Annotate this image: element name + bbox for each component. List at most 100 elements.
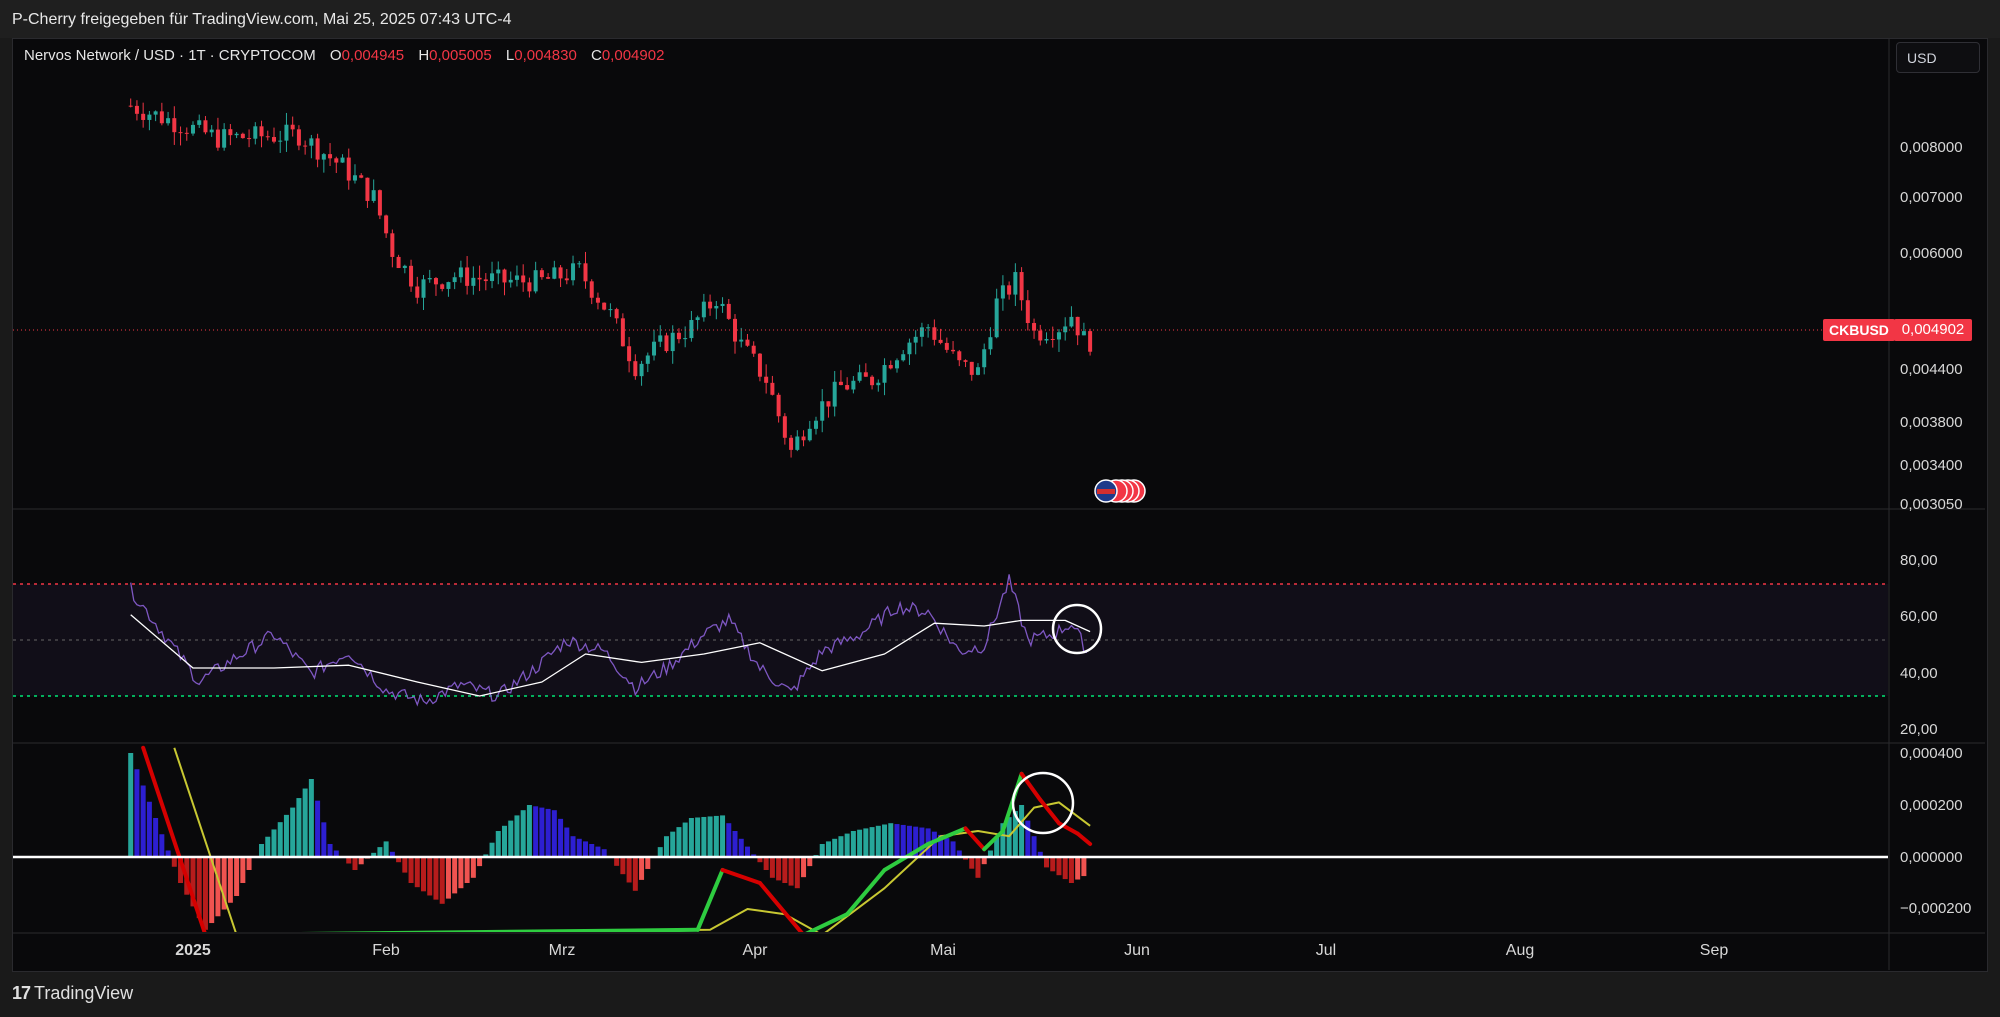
candle bbox=[259, 126, 264, 137]
macd-histogram-bar bbox=[377, 847, 383, 857]
macd-histogram-bar bbox=[950, 841, 956, 857]
macd-group bbox=[128, 745, 1093, 932]
macd-histogram-bar bbox=[526, 805, 532, 857]
macd-histogram-bar bbox=[875, 825, 881, 857]
candle bbox=[1081, 331, 1086, 336]
candle bbox=[203, 120, 208, 133]
macd-histogram-bar bbox=[327, 844, 333, 857]
candle bbox=[888, 365, 893, 369]
macd-histogram-bar bbox=[1044, 857, 1050, 868]
candle bbox=[620, 318, 625, 347]
candle bbox=[209, 129, 214, 133]
macd-histogram-bar bbox=[558, 818, 564, 857]
candle bbox=[926, 327, 931, 329]
candle bbox=[184, 132, 189, 134]
macd-histogram-bar bbox=[763, 857, 769, 870]
close-label: C bbox=[591, 47, 602, 64]
candle bbox=[695, 317, 700, 321]
macd-histogram-bar bbox=[632, 857, 638, 891]
candle bbox=[508, 279, 513, 283]
close-value: 0,004902 bbox=[601, 47, 665, 64]
macd-histogram-bar bbox=[171, 857, 177, 867]
candle bbox=[751, 345, 756, 354]
candle bbox=[153, 111, 158, 115]
candle bbox=[296, 129, 301, 146]
candle bbox=[894, 360, 899, 369]
macd-histogram-bar bbox=[844, 833, 850, 857]
candle bbox=[633, 361, 638, 377]
chart-canvas[interactable] bbox=[0, 0, 2000, 1017]
macd-line-segment bbox=[720, 868, 762, 885]
macd-histogram-bar bbox=[452, 857, 458, 894]
macd-tick: 0,000400 bbox=[1900, 745, 1963, 762]
macd-histogram-bar bbox=[614, 857, 620, 866]
macd-histogram-bar bbox=[720, 815, 726, 857]
candle bbox=[141, 113, 146, 120]
candle bbox=[315, 138, 320, 160]
macd-histogram-bar bbox=[595, 846, 601, 857]
open-label: O bbox=[329, 47, 342, 64]
macd-histogram-bar bbox=[134, 769, 140, 857]
macd-histogram-bar bbox=[888, 823, 894, 857]
candle bbox=[708, 301, 713, 309]
candle bbox=[832, 381, 837, 407]
macd-histogram-bar bbox=[969, 857, 975, 869]
macd-histogram-bar bbox=[744, 846, 750, 857]
candle bbox=[1019, 272, 1024, 301]
macd-histogram-bar bbox=[782, 857, 788, 883]
us-flag-stripe bbox=[1097, 489, 1115, 494]
macd-histogram-bar bbox=[944, 838, 950, 857]
macd-histogram-bar bbox=[464, 857, 470, 883]
candle bbox=[1063, 326, 1068, 333]
macd-histogram-bar bbox=[1081, 857, 1087, 877]
macd-histogram-bar bbox=[863, 828, 869, 857]
macd-histogram-bar bbox=[533, 806, 539, 857]
candle bbox=[1069, 316, 1074, 327]
candle bbox=[496, 269, 501, 274]
macd-histogram-bar bbox=[508, 820, 514, 857]
price-tick: 0,008000 bbox=[1900, 139, 1963, 156]
candle bbox=[1032, 323, 1037, 331]
macd-histogram-bar bbox=[801, 857, 807, 878]
candle bbox=[147, 114, 152, 120]
candle bbox=[664, 335, 669, 352]
currency-button[interactable]: USD bbox=[1896, 42, 1980, 73]
macd-histogram-bar bbox=[626, 857, 632, 883]
macd-histogram-bar bbox=[408, 857, 414, 883]
candle bbox=[1056, 332, 1061, 340]
candle bbox=[652, 341, 657, 356]
macd-histogram-bar bbox=[832, 838, 838, 857]
candle bbox=[502, 269, 507, 283]
macd-histogram-bar bbox=[807, 857, 813, 867]
candle bbox=[870, 376, 875, 386]
candle bbox=[1007, 285, 1012, 295]
candle bbox=[234, 133, 239, 136]
open-value: 0,004945 bbox=[341, 47, 405, 64]
candle bbox=[627, 346, 632, 362]
candle bbox=[465, 267, 470, 286]
macd-histogram-bar bbox=[427, 857, 433, 896]
candle bbox=[415, 286, 420, 298]
candle bbox=[764, 376, 769, 383]
macd-histogram-bar bbox=[676, 827, 682, 857]
tradingview-watermark[interactable]: 17 TradingView bbox=[12, 983, 133, 1004]
tradingview-logo-icon: 17 bbox=[12, 983, 31, 1003]
macd-histogram-bar bbox=[283, 814, 289, 857]
macd-histogram-bar bbox=[470, 857, 476, 878]
macd-histogram-bar bbox=[726, 823, 732, 857]
macd-histogram-bar bbox=[857, 829, 863, 857]
high-value: 0,005005 bbox=[429, 47, 492, 64]
symbol-title[interactable]: Nervos Network / USD · 1T · CRYPTOCOM bbox=[24, 47, 316, 64]
macd-tick: 0,000000 bbox=[1900, 849, 1963, 866]
macd-histogram-bar bbox=[153, 818, 159, 857]
candle bbox=[458, 267, 463, 278]
macd-histogram-bar bbox=[383, 841, 389, 857]
candle bbox=[739, 339, 744, 342]
candle bbox=[932, 327, 937, 340]
macd-histogram-bar bbox=[882, 824, 888, 857]
macd-line-segment bbox=[1075, 831, 1093, 846]
macd-histogram-bar bbox=[688, 818, 694, 857]
candle bbox=[271, 137, 276, 142]
macd-histogram-bar bbox=[850, 831, 856, 857]
macd-histogram-bar bbox=[502, 825, 507, 857]
